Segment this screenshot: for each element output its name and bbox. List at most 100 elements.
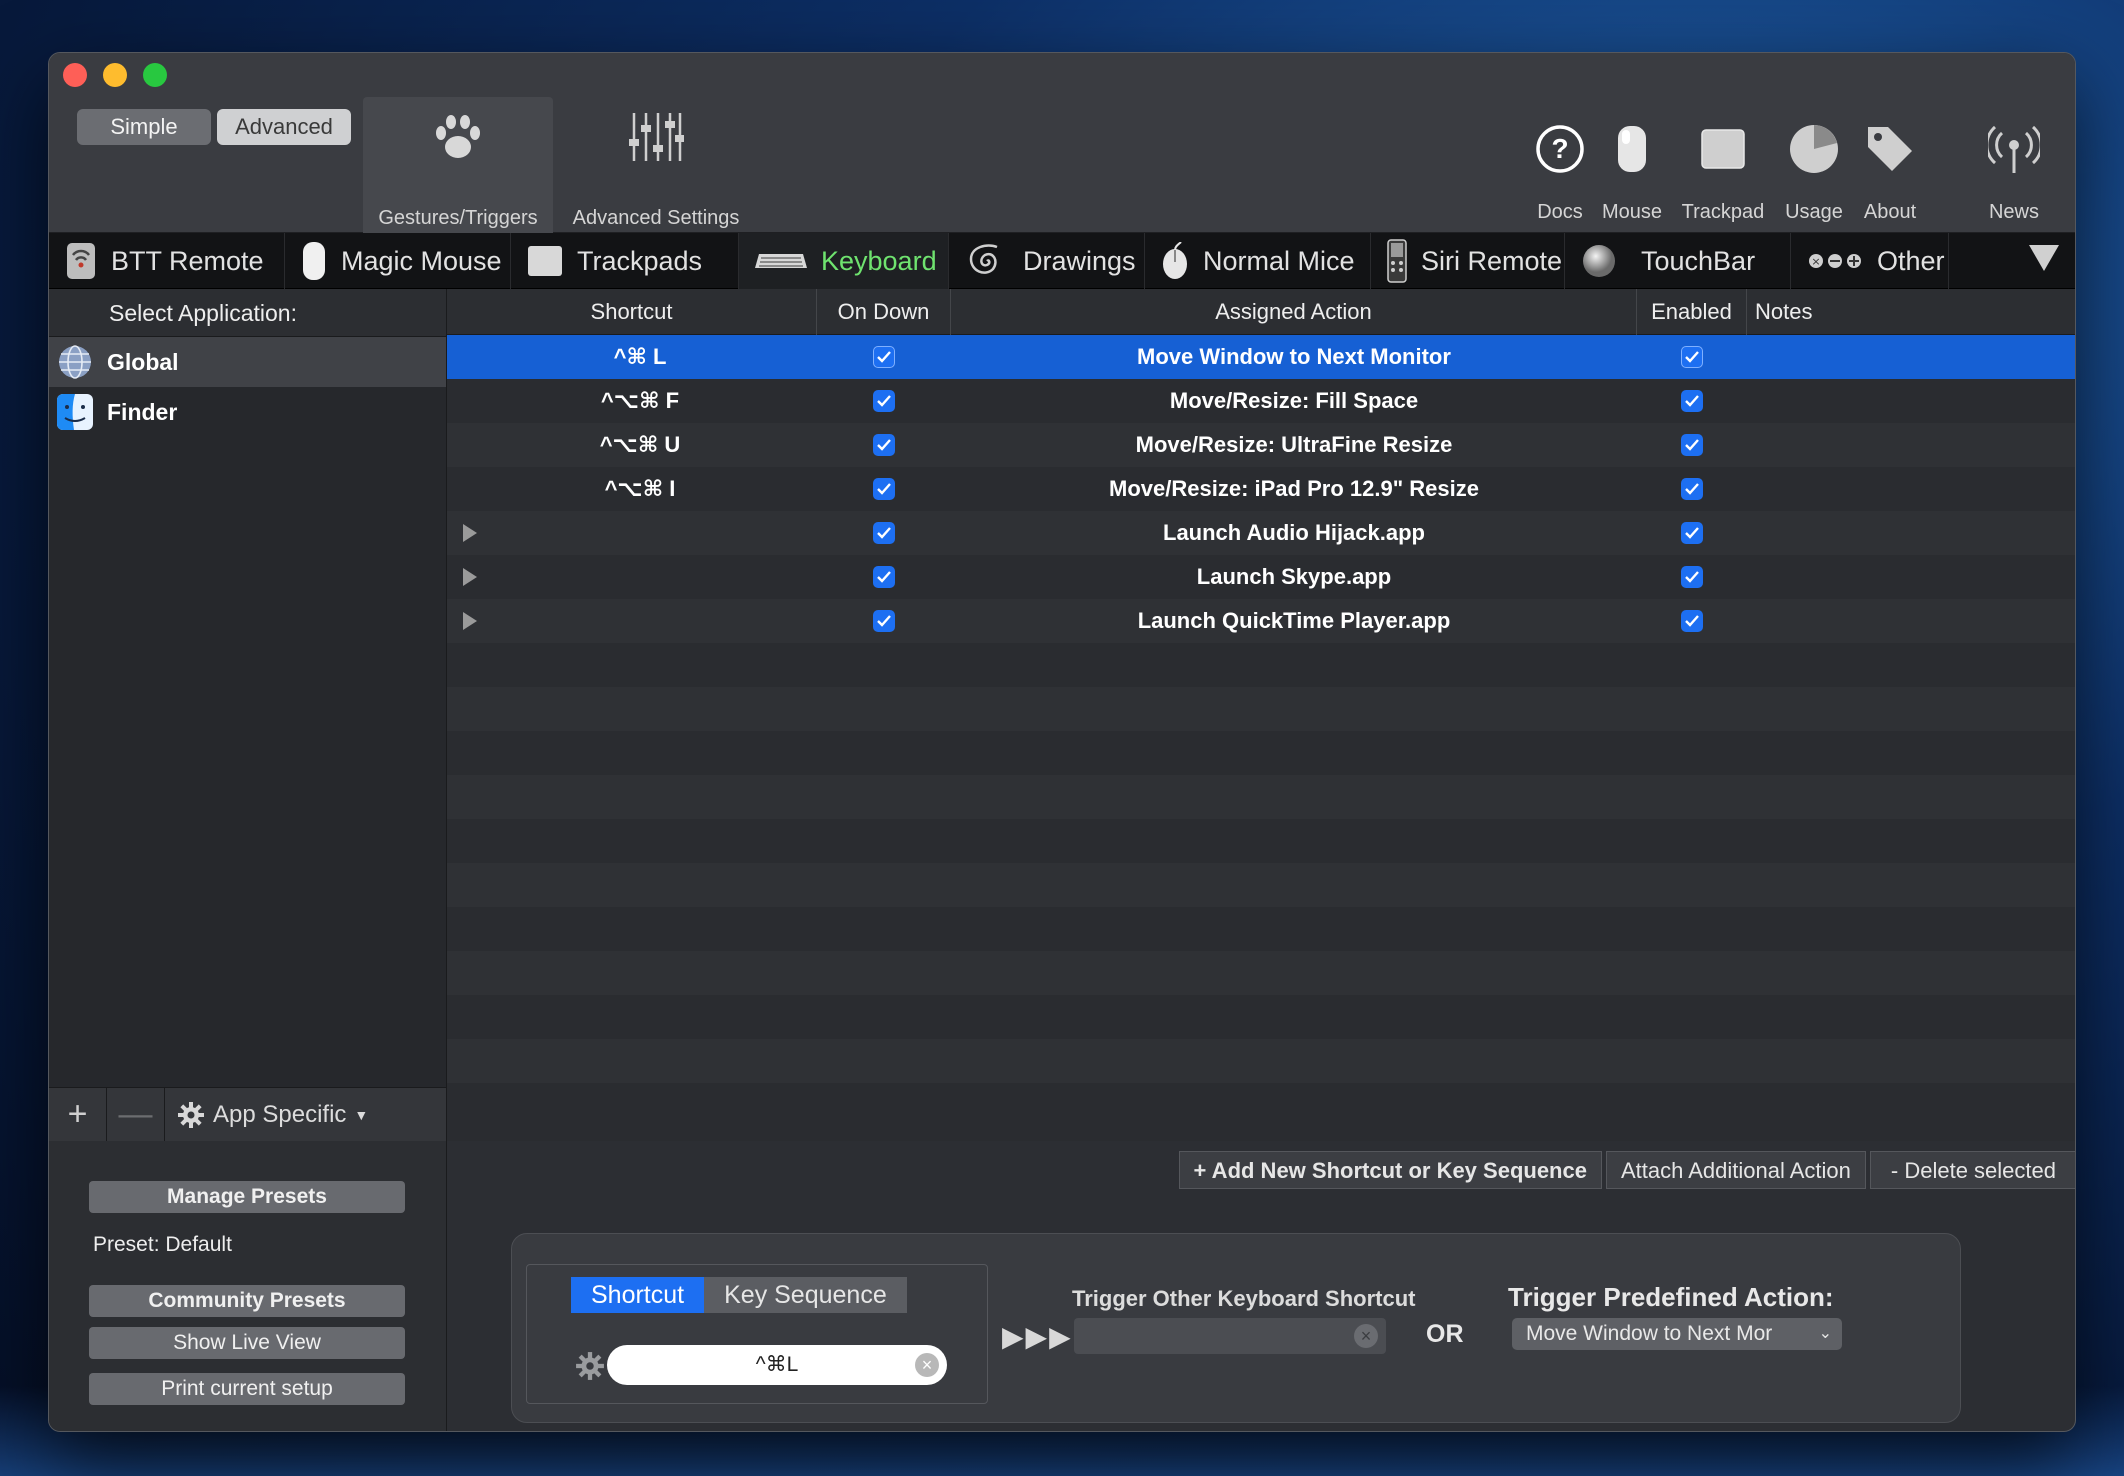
mouse-icon [1161, 242, 1189, 280]
empty-row [447, 951, 2075, 995]
on-down-checkbox[interactable] [873, 566, 895, 588]
minimize-window-button[interactable] [103, 63, 127, 87]
remove-app-button[interactable]: — [107, 1087, 165, 1142]
disclosure-triangle-icon[interactable] [463, 612, 477, 630]
column-on-down[interactable]: On Down [817, 288, 951, 335]
tab-overflow-button[interactable] [1949, 233, 2075, 289]
tab-drawings[interactable]: Drawings [949, 233, 1145, 289]
mode-simple-button[interactable]: Simple [77, 109, 211, 145]
news-label: News [1988, 201, 2039, 223]
zoom-window-button[interactable] [143, 63, 167, 87]
tab-key-sequence[interactable]: Key Sequence [704, 1277, 907, 1313]
enabled-checkbox[interactable] [1681, 434, 1703, 456]
tab-magic-mouse[interactable]: Magic Mouse [285, 233, 511, 289]
column-shortcut[interactable]: Shortcut [447, 288, 817, 335]
enabled-cell [1637, 566, 1747, 588]
enabled-checkbox[interactable] [1681, 478, 1703, 500]
magic-mouse-icon [301, 240, 327, 282]
table-row[interactable]: ^⌥⌘ U Move/Resize: UltraFine Resize [447, 423, 2075, 467]
print-setup-button[interactable]: Print current setup [89, 1373, 405, 1405]
docs-button[interactable]: ? Docs [1527, 113, 1593, 224]
tab-normal-mice[interactable]: Normal Mice [1145, 233, 1371, 289]
table-row[interactable]: Launch Audio Hijack.app [447, 511, 2075, 555]
gestures-triggers-tab[interactable]: Gestures/Triggers [363, 97, 553, 233]
shortcut-input[interactable]: ^⌘L × [607, 1345, 947, 1385]
app-label: Global [107, 348, 179, 375]
svg-text:?: ? [1551, 133, 1568, 164]
app-specific-menu[interactable]: App Specific ▼ [165, 1101, 368, 1129]
tab-keyboard[interactable]: Keyboard [739, 233, 949, 289]
mouse-button[interactable]: Mouse [1599, 113, 1665, 224]
on-down-cell [817, 610, 951, 632]
on-down-checkbox[interactable] [873, 522, 895, 544]
tab-shortcut[interactable]: Shortcut [571, 1277, 705, 1313]
show-live-view-button[interactable]: Show Live View [89, 1327, 405, 1359]
pie-chart-icon [1777, 113, 1851, 185]
tab-label: Trackpads [577, 245, 703, 276]
on-down-checkbox[interactable] [873, 346, 895, 368]
table-row[interactable]: Launch QuickTime Player.app [447, 599, 2075, 643]
enabled-cell [1637, 522, 1747, 544]
trackpad-button[interactable]: Trackpad [1675, 113, 1771, 224]
close-window-button[interactable] [63, 63, 87, 87]
tab-touchbar[interactable]: TouchBar [1565, 233, 1791, 289]
enabled-checkbox[interactable] [1681, 346, 1703, 368]
sidebar-footer: + — App Specific ▼ [49, 1087, 446, 1142]
add-app-button[interactable]: + [49, 1087, 107, 1142]
action-cell: Move/Resize: iPad Pro 12.9" Resize [1109, 476, 1479, 501]
usage-button[interactable]: Usage [1777, 113, 1851, 224]
shortcut-editor-panel: Shortcut Key Sequence ^⌘L × ▶▶▶ Trigger … [511, 1233, 1961, 1423]
on-down-checkbox[interactable] [873, 478, 895, 500]
enabled-checkbox[interactable] [1681, 522, 1703, 544]
tab-btt-remote[interactable]: BTT Remote [49, 233, 285, 289]
empty-row [447, 731, 2075, 775]
tab-label: Other [1877, 245, 1945, 276]
app-item-finder[interactable]: Finder [49, 387, 446, 437]
on-down-checkbox[interactable] [873, 434, 895, 456]
disclosure-triangle-icon[interactable] [463, 568, 477, 586]
trigger-other-shortcut-input[interactable]: × [1074, 1318, 1386, 1354]
table-row[interactable]: ^⌥⌘ F Move/Resize: Fill Space [447, 379, 2075, 423]
enabled-checkbox[interactable] [1681, 610, 1703, 632]
attach-action-button[interactable]: Attach Additional Action [1605, 1151, 1866, 1189]
mouse-label: Mouse [1601, 201, 1663, 223]
column-notes[interactable]: Notes [1747, 289, 2075, 335]
about-button[interactable]: About [1855, 113, 1925, 224]
add-shortcut-button[interactable]: + Add New Shortcut or Key Sequence [1178, 1151, 1602, 1189]
table-row[interactable]: ^⌥⌘ I Move/Resize: iPad Pro 12.9" Resize [447, 467, 2075, 511]
shortcut-cell: ^⌘ L [447, 344, 817, 370]
shortcut-cell: ^⌥⌘ F [447, 388, 817, 414]
on-down-checkbox[interactable] [873, 610, 895, 632]
tab-other[interactable]: × Other [1791, 233, 1949, 289]
enabled-checkbox[interactable] [1681, 390, 1703, 412]
community-presets-button[interactable]: Community Presets [89, 1285, 405, 1317]
enabled-checkbox[interactable] [1681, 566, 1703, 588]
tab-siri-remote[interactable]: Siri Remote [1371, 233, 1565, 289]
chevron-down-icon: ⌄ [1818, 1325, 1832, 1342]
spiral-icon [965, 241, 1009, 281]
table-row[interactable]: Launch Skype.app [447, 555, 2075, 599]
gestures-triggers-label: Gestures/Triggers [378, 207, 538, 229]
gear-icon[interactable] [575, 1351, 605, 1386]
usage-label: Usage [1785, 201, 1843, 223]
advanced-settings-tab[interactable]: Advanced Settings [561, 97, 751, 230]
tab-trackpads[interactable]: Trackpads [511, 233, 739, 289]
or-label: OR [1426, 1320, 1464, 1348]
column-enabled[interactable]: Enabled [1637, 288, 1747, 335]
delete-selected-button[interactable]: - Delete selected [1869, 1151, 2075, 1189]
clear-icon[interactable]: × [915, 1353, 939, 1377]
on-down-checkbox[interactable] [873, 390, 895, 412]
on-down-cell [817, 434, 951, 456]
disclosure-triangle-icon[interactable] [463, 524, 477, 542]
clear-icon[interactable]: × [1354, 1324, 1378, 1348]
column-assigned-action[interactable]: Assigned Action [951, 288, 1637, 335]
news-button[interactable]: News [1979, 113, 2049, 224]
manage-presets-button[interactable]: Manage Presets [89, 1181, 405, 1213]
predefined-action-select[interactable]: Move Window to Next Mor ⌄ [1512, 1318, 1842, 1350]
shortcut-text [624, 520, 640, 545]
table-row[interactable]: ^⌘ L Move Window to Next Monitor [447, 335, 2075, 379]
mode-advanced-button[interactable]: Advanced [217, 109, 351, 145]
app-item-global[interactable]: Global [49, 337, 446, 387]
trigger-other-shortcut-label: Trigger Other Keyboard Shortcut [1072, 1286, 1416, 1311]
gear-icon [177, 1101, 205, 1129]
